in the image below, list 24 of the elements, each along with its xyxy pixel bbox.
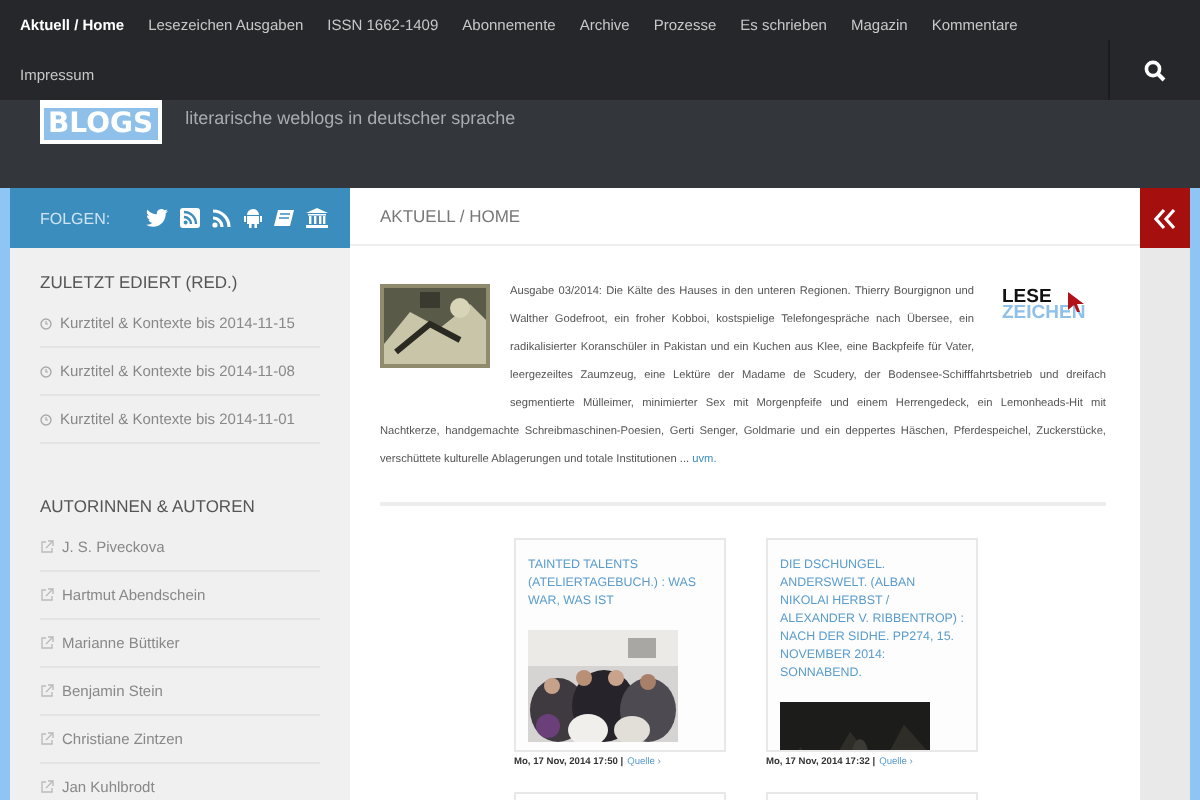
- search-icon: [1144, 59, 1166, 81]
- external-link-icon: [40, 732, 54, 746]
- lesezeichen-logo: LESE ZEICHEN: [1002, 290, 1088, 322]
- external-link-icon: [40, 780, 54, 794]
- external-link-icon: [40, 636, 54, 650]
- site-tagline: literarische weblogs in deutscher sprache: [185, 108, 516, 128]
- external-link-icon: [40, 540, 54, 554]
- collapse-button[interactable]: [1140, 188, 1190, 248]
- android-icon[interactable]: [244, 208, 263, 228]
- external-link-icon: [40, 588, 54, 602]
- double-chevron-icon: [1154, 207, 1176, 229]
- external-link-icon: [40, 684, 54, 698]
- twitter-bird-icon[interactable]: [146, 208, 169, 228]
- clock-icon: [40, 365, 52, 377]
- follow-label: FOLGEN:: [40, 209, 111, 227]
- widget-title: AUTORINNEN & AUTOREN: [40, 496, 257, 516]
- clock-icon: [40, 317, 52, 329]
- book-icon[interactable]: [274, 208, 295, 228]
- rss-icon[interactable]: [180, 208, 201, 228]
- breadcrumb: AKTUELL / HOME: [350, 188, 1140, 246]
- site-logo[interactable]: BLOGS: [40, 100, 162, 144]
- widget-title: ZULETZT EDIERT (RED.): [40, 272, 240, 292]
- clock-icon: [40, 413, 52, 425]
- bank-icon[interactable]: [306, 208, 329, 228]
